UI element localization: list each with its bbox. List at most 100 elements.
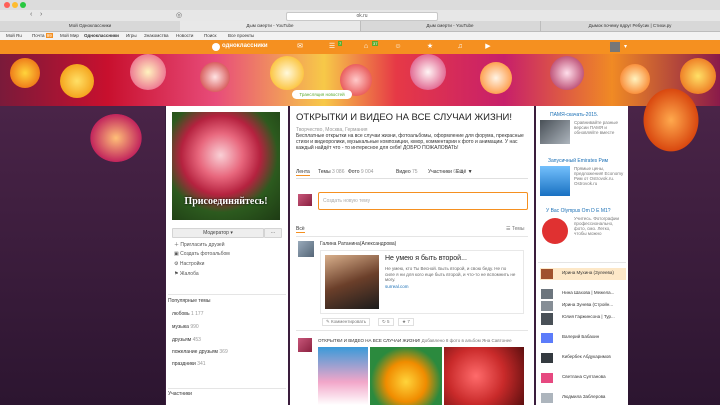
tab-youtube-2[interactable]: Дым смерти - YouTube [360, 21, 541, 31]
moderator-button[interactable]: Модератор ▾ [172, 228, 264, 238]
member-avatar [541, 269, 553, 279]
discussions-icon[interactable]: ☰ [326, 42, 338, 52]
share-count: 5 [387, 319, 390, 324]
member-avatar [541, 373, 553, 383]
invite-friends-link[interactable]: ＋ Пригласить друзей [174, 241, 225, 248]
create-album-link[interactable]: ▣ Создать фотоальбом [174, 251, 230, 257]
messages-icon[interactable]: ✉ [294, 42, 306, 52]
tab-photos[interactable]: Фото 9 004 [348, 169, 373, 175]
user-avatar[interactable] [610, 42, 620, 52]
album-photo[interactable] [444, 347, 524, 405]
tab-youtube-1[interactable]: Дым смерти - YouTube [180, 21, 361, 31]
filter-all[interactable]: Всё [296, 226, 305, 233]
news-broadcast-badge[interactable]: Трансляция новостей [292, 90, 352, 99]
post2-note: Добавлено 8 фото в альбом Яна Савтонее [421, 338, 512, 343]
flower-decoration [60, 64, 94, 98]
notifications-icon[interactable]: ⌂ [360, 42, 372, 52]
member-name: Ирина Зунева (Стройн... [562, 302, 614, 307]
post-image [325, 255, 379, 309]
maximize-window-icon[interactable] [20, 2, 26, 8]
tab-feed[interactable]: Лента [296, 169, 310, 176]
member-avatar [541, 333, 553, 343]
share-button[interactable]: ↻ 5 [378, 318, 394, 326]
join-text[interactable]: Присоединяйтесь! [172, 196, 280, 207]
bookmark-label: Почта [32, 33, 45, 38]
settings-link[interactable]: ⚙ Настройки [174, 261, 204, 267]
ad-item[interactable]: У Вас Olympus Om D E M1? Учитесь. Фотогр… [540, 208, 624, 258]
topic-item[interactable]: музыка 990 [172, 324, 199, 330]
member-avatar [541, 393, 553, 403]
post2-group[interactable]: ОТКРЫТКИ И ВИДЕО НА ВСЕ СЛУЧАИ ЖИЗНИ! [318, 338, 420, 343]
member-item[interactable]: Ирина Зунева (Стройн... [540, 300, 626, 312]
flower-decoration [86, 110, 146, 166]
album-photo[interactable] [370, 347, 442, 405]
member-item[interactable]: Людмила Заблерова [540, 392, 626, 404]
tab-label: Видео [396, 169, 411, 175]
member-item[interactable]: Кибербек Абдукаримов [540, 352, 626, 364]
video-icon[interactable]: ▶ [482, 42, 494, 52]
ad-title: ПАМЯ-скачать-2015. [550, 112, 599, 118]
ad-item[interactable]: Запусичный Emirates Рим Прямые цены, пре… [540, 158, 624, 206]
album-photo[interactable] [318, 347, 368, 405]
events-icon[interactable]: ★ [424, 42, 436, 52]
tab-more[interactable]: Ещё ▼ [456, 169, 473, 175]
tab-ok[interactable]: Мой Одноклассники [0, 21, 181, 31]
url-bar[interactable]: ok.ru [286, 12, 438, 21]
compose-placeholder: Создать новую тему [323, 198, 371, 204]
comment-icon: ✎ [326, 319, 330, 324]
member-name: Нина Шахова | Межела... [562, 290, 615, 295]
member-name: Людмила Заблерова [562, 394, 606, 399]
tab-video[interactable]: Видео 75 [396, 169, 418, 175]
post-card[interactable]: Не умею я быть второй... Не умею, кто Ты… [320, 250, 524, 314]
post-source-link[interactable]: surreal.com [385, 284, 409, 289]
forward-icon[interactable]: › [40, 11, 42, 18]
more-button[interactable]: ··· [264, 228, 282, 238]
post-author[interactable]: Галина Ратанина(Александрова) [320, 241, 396, 247]
topic-name: любовь [172, 311, 190, 317]
topic-item[interactable]: любовь 1 177 [172, 311, 203, 317]
member-name: Валерий Бабахин [562, 334, 600, 339]
topic-item[interactable]: праздники 341 [172, 361, 206, 367]
post-excerpt: Не умею, кто Ты Весной. Быть второй, и с… [385, 266, 516, 282]
bookmark-dating[interactable]: Знакомства [144, 32, 168, 40]
bookmark-mail[interactable]: Почта 99 [32, 32, 53, 40]
back-icon[interactable]: ‹ [30, 11, 32, 18]
post-headline: Не умею я быть второй... [385, 255, 467, 262]
tab-topics[interactable]: Темы 3 086 [318, 169, 345, 175]
filter-themes[interactable]: ☰ Темы [506, 226, 524, 232]
bookmark-search[interactable]: Поиск [204, 32, 216, 40]
bookmark-mail-ru[interactable]: Мой Ru [6, 32, 22, 40]
member-item[interactable]: Нина Шахова | Межела... [540, 288, 626, 300]
member-item[interactable]: Светлана Султанова [540, 372, 626, 384]
tab-label: Фото [348, 169, 360, 175]
comment-button[interactable]: ✎ Комментировать [322, 318, 371, 326]
share-icon: ↻ [382, 319, 386, 324]
post-group-avatar[interactable] [298, 338, 312, 352]
popular-topics-title: Популярные темы [168, 294, 286, 304]
complaint-link[interactable]: ⚑ Жалоба [174, 271, 199, 277]
like-icon: ★ [402, 319, 407, 324]
guests-icon[interactable]: ☺ [392, 42, 404, 52]
member-item[interactable]: Юлия Гаржинсона | Тур... [540, 312, 626, 326]
compose-box[interactable]: Создать новую тему [318, 192, 528, 210]
minimize-window-icon[interactable] [12, 2, 18, 8]
member-item[interactable]: Ирина Мухина (Зулеева) [540, 268, 626, 280]
music-icon[interactable]: ♫ [454, 42, 466, 52]
ok-logo[interactable]: одноклассники [222, 43, 268, 49]
member-item[interactable]: Валерий Бабахин [540, 332, 626, 344]
post-author-avatar[interactable] [298, 241, 314, 257]
topic-item[interactable]: пожелание друзьям 369 [172, 349, 228, 355]
topic-item[interactable]: друзьям 453 [172, 337, 201, 343]
bookmark-my-world[interactable]: Мой Мир [60, 32, 79, 40]
sidebar-icon[interactable]: ◎ [176, 11, 182, 19]
tab-stihi[interactable]: Дымок почему вдруг Ребусик | Стихи.ру [540, 21, 720, 31]
close-window-icon[interactable] [4, 2, 10, 8]
tab-count: 75 [412, 169, 418, 175]
like-button[interactable]: ★ 7 [398, 318, 414, 326]
flower-decoration [10, 58, 40, 88]
bookmark-all-projects[interactable]: Все проекты [228, 32, 254, 40]
chevron-down-icon[interactable]: ▾ [624, 43, 627, 50]
bookmark-odnoklassniki[interactable]: Одноклассники [84, 32, 119, 40]
bookmark-news[interactable]: Новости [176, 32, 193, 40]
bookmark-games[interactable]: Игры [126, 32, 137, 40]
